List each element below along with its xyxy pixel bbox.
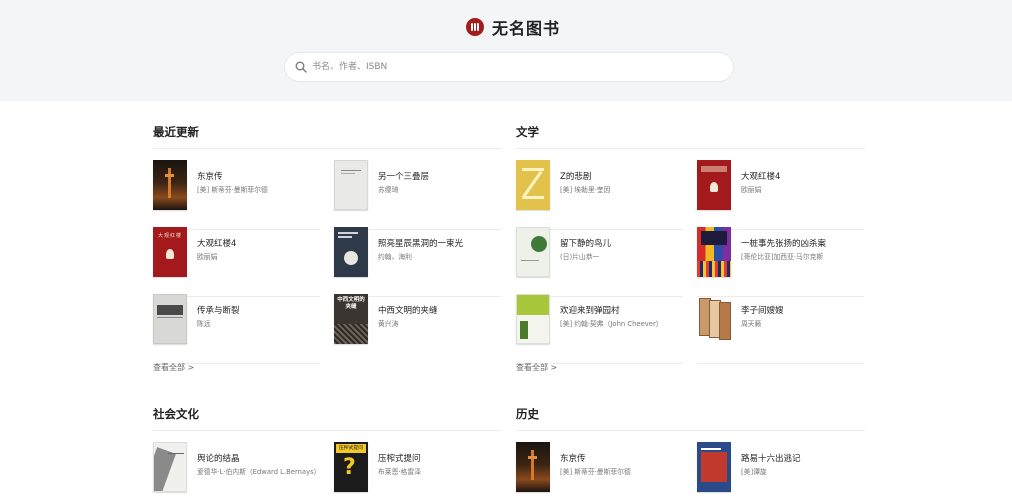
cover-text: 大观红楼 [157,233,182,239]
book-title[interactable]: Z的悲剧 [560,170,683,182]
book-author: [美]谭旋 [741,468,767,476]
book-title[interactable]: 东京传 [560,452,683,464]
book-item[interactable]: 一桩事先张扬的凶杀案 [哥伦比亚]加西亚·马尔克斯 [697,227,864,297]
book-cover[interactable] [334,160,368,210]
book-item[interactable]: 舆论的结晶 爱德华·L·伯内斯（Edward L.Bernays） [153,442,320,504]
book-title[interactable]: 路易十六出逃记 [741,452,864,464]
book-author: 爱德华·L·伯内斯（Edward L.Bernays） [197,468,320,476]
book-title[interactable]: 另一个三叠层 [378,170,501,182]
book-title[interactable]: 照亮星辰黑洞的一束光 [378,237,501,249]
section-title: 社会文化 [153,407,199,421]
book-title[interactable]: 中西文明的夹缝 [378,304,501,316]
book-author: 苏缨琦 [378,186,399,194]
book-title[interactable]: 留下静的鸟儿 [560,237,683,249]
book-item[interactable]: 李子间嫂嫂 周天籁 [697,294,864,364]
books-logo-icon [466,18,484,36]
book-cover[interactable] [697,442,731,492]
book-author: 黄兴涛 [378,320,399,328]
book-title[interactable]: 李子间嫂嫂 [741,304,864,316]
book-title[interactable]: 欢迎来到弹园村 [560,304,683,316]
section-title: 历史 [516,407,539,421]
book-cover[interactable]: 压榨式提问 ? [334,442,368,492]
book-cover[interactable] [697,294,731,344]
book-author: 陈远 [197,320,211,328]
book-author: 周天籁 [741,320,762,328]
book-cover[interactable] [516,227,550,277]
book-cover[interactable] [697,227,731,277]
book-cover[interactable] [153,160,187,210]
book-item[interactable]: 传承与断裂 陈远 [153,294,320,364]
search-icon [295,61,307,73]
book-title[interactable]: 一桩事先张扬的凶杀案 [741,237,864,249]
book-author: [美] 埃勒里·奎因 [560,186,611,194]
divider [697,363,864,364]
book-item[interactable]: 大观红楼 大观红楼4 欧丽娟 [153,227,320,297]
book-cover[interactable]: 中西文明的夹缝 [334,294,368,344]
book-cover[interactable] [334,227,368,277]
book-author: [美] 约翰·契弗（John Cheever） [560,320,663,328]
book-author: 约翰、海利 [378,253,412,261]
view-all-link[interactable]: 查看全部 > [153,362,194,373]
book-cover[interactable] [516,294,550,344]
divider [516,430,865,431]
divider [516,148,865,149]
book-author: 欧丽娟 [741,186,762,194]
book-item[interactable]: Z的悲剧 [美] 埃勒里·奎因 [516,160,683,230]
book-cover[interactable] [153,442,187,492]
book-item[interactable]: 留下静的鸟儿 (日)片山恭一 [516,227,683,297]
cover-text: 中西文明的夹缝 [337,297,365,310]
book-title[interactable]: 大观红楼4 [197,237,320,249]
site-logo[interactable]: 无名图书 [466,16,560,38]
view-all-link[interactable]: 查看全部 > [516,362,557,373]
book-item[interactable]: 压榨式提问 ? 压榨式提问 布莱恩·格雷泽 [334,442,501,504]
book-author: (日)片山恭一 [560,253,600,261]
divider [153,148,502,149]
book-title[interactable]: 舆论的结晶 [197,452,320,464]
book-cover[interactable] [153,294,187,344]
book-author: 欧丽娟 [197,253,218,261]
book-item[interactable]: 中西文明的夹缝 中西文明的夹缝 黄兴涛 [334,294,501,356]
book-item[interactable]: 大观红楼4 欧丽娟 [697,160,864,230]
book-item[interactable]: 东京传 [美] 斯蒂芬·曼斯菲尔德 [516,442,683,504]
cover-text: 压榨式提问 [336,444,366,453]
site-name: 无名图书 [492,19,561,38]
book-item[interactable]: 另一个三叠层 苏缨琦 [334,160,501,230]
site-header: 无名图书 [0,0,1012,101]
book-title[interactable]: 大观红楼4 [741,170,864,182]
book-author: 布莱恩·格雷泽 [378,468,421,476]
book-item[interactable]: 欢迎来到弹园村 [美] 约翰·契弗（John Cheever） [516,294,683,364]
book-title[interactable]: 传承与断裂 [197,304,320,316]
divider [153,430,502,431]
search-input[interactable] [312,57,712,77]
book-title[interactable]: 东京传 [197,170,320,182]
section-title: 最近更新 [153,125,199,139]
search-box[interactable] [285,53,733,81]
book-author: [美] 斯蒂芬·曼斯菲尔德 [197,186,268,194]
book-item[interactable]: 东京传 [美] 斯蒂芬·曼斯菲尔德 [153,160,320,230]
book-author: [美] 斯蒂芬·曼斯菲尔德 [560,468,631,476]
section-title: 文学 [516,125,539,139]
book-title[interactable]: 压榨式提问 [378,452,501,464]
book-item[interactable]: 路易十六出逃记 [美]谭旋 [697,442,864,504]
book-cover[interactable] [697,160,731,210]
book-cover[interactable] [516,442,550,492]
book-author: [哥伦比亚]加西亚·马尔克斯 [741,253,824,261]
book-cover[interactable] [516,160,550,210]
book-item[interactable]: 照亮星辰黑洞的一束光 约翰、海利 [334,227,501,297]
book-cover[interactable]: 大观红楼 [153,227,187,277]
